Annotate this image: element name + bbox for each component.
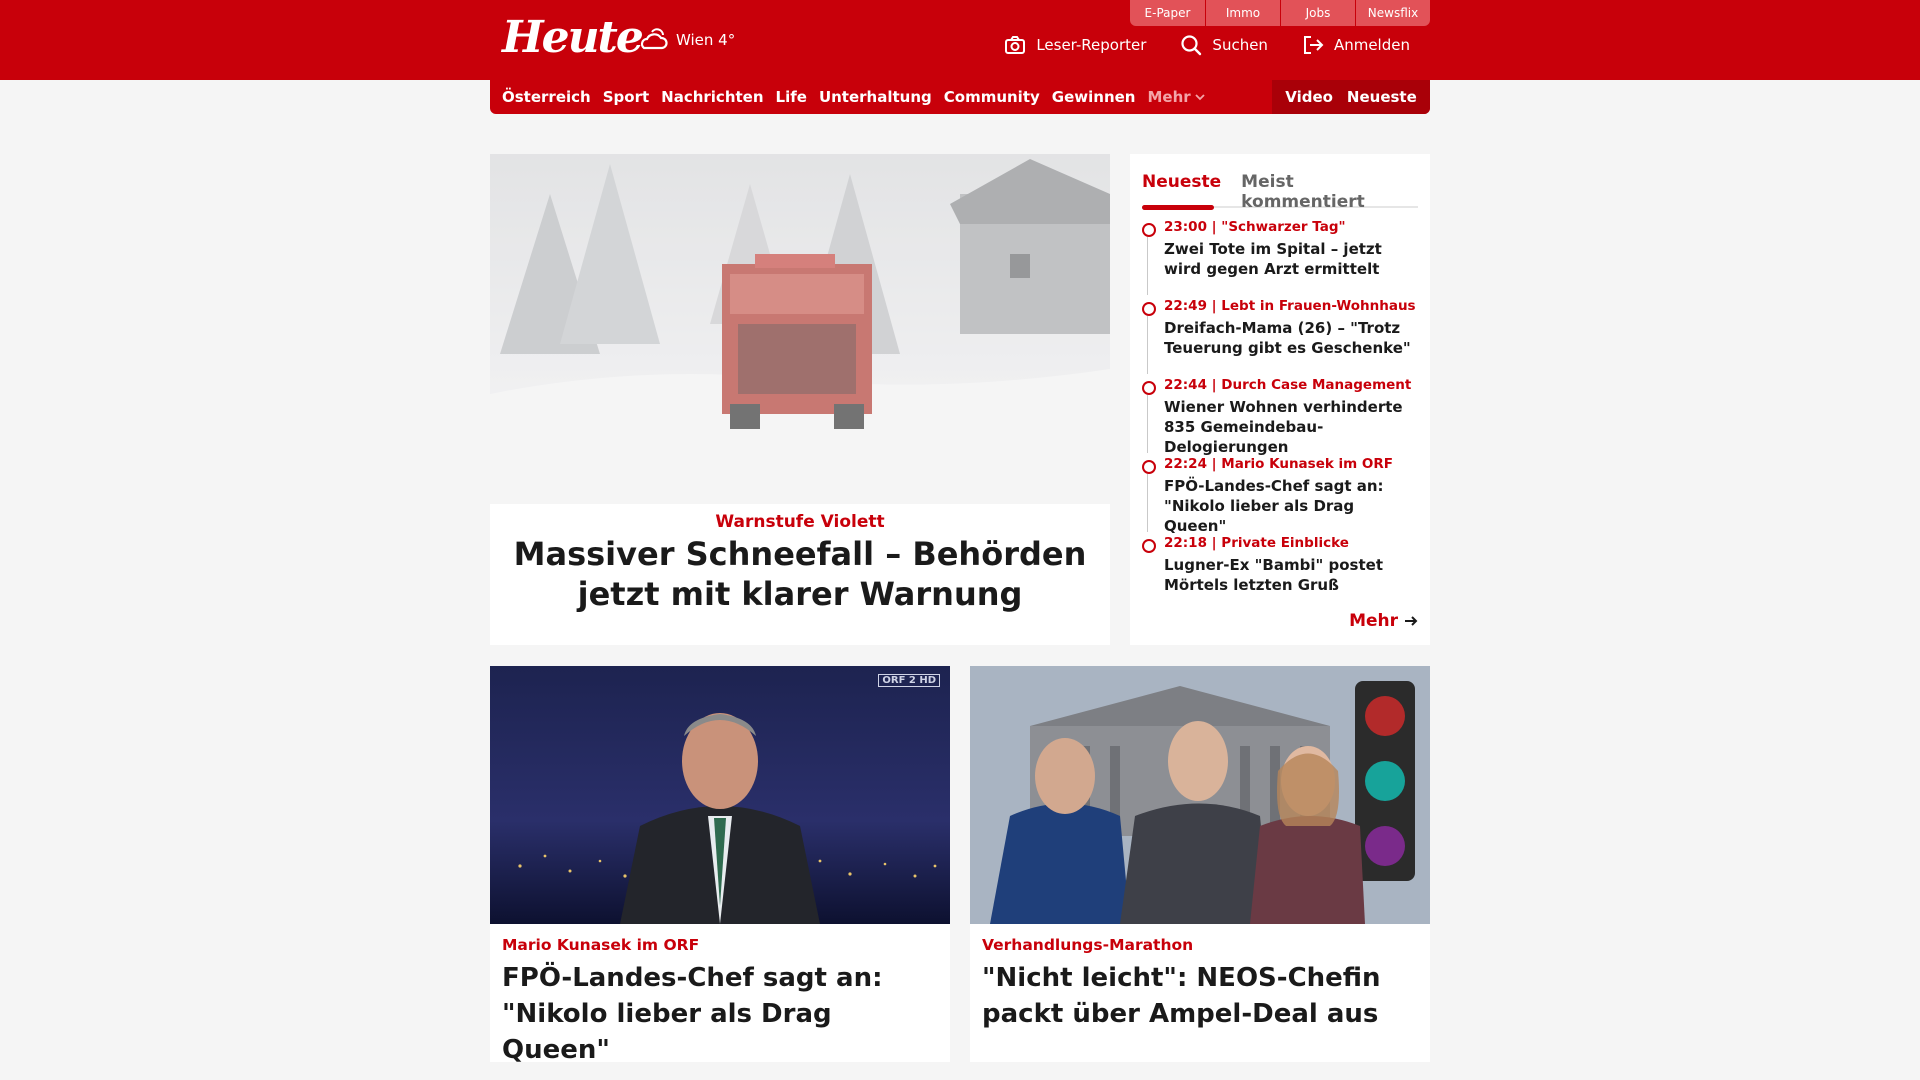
nav-item-video[interactable]: Video xyxy=(1285,88,1333,106)
article-image: ORF 2 HD xyxy=(490,666,950,924)
card-kicker: Mario Kunasek im ORF xyxy=(502,936,700,954)
hero-kicker: Warnstufe Violett xyxy=(715,512,885,532)
more-link[interactable]: Mehr xyxy=(1349,611,1418,631)
main-nav: Österreich Sport Nachrichten Life Unterh… xyxy=(490,80,1430,114)
hero-image xyxy=(490,154,1110,504)
item-title[interactable]: Zwei Tote im Spital – jetzt wird gegen A… xyxy=(1164,239,1418,279)
card-kicker: Verhandlungs-Marathon xyxy=(982,936,1194,954)
list-item[interactable]: 22:18 | Private Einblicke Lugner-Ex "Bam… xyxy=(1142,534,1418,613)
header-actions: Leser-Reporter Suchen Anmelden xyxy=(1004,34,1410,56)
login-button[interactable]: Anmelden xyxy=(1302,34,1410,56)
service-tabs: E-Paper Immo Jobs Newsflix xyxy=(1130,0,1430,26)
nav-right-section: Video Neueste xyxy=(1272,80,1430,114)
latest-news-panel: Neueste Meist kommentiert 23:00 | "Schwa… xyxy=(1130,154,1430,645)
tab-neueste[interactable]: Neueste xyxy=(1142,164,1221,206)
more-label: Mehr xyxy=(1349,611,1398,631)
article-card[interactable]: Verhandlungs-Marathon "Nicht leicht": NE… xyxy=(970,666,1430,1062)
nav-more-dropdown[interactable]: Mehr xyxy=(1147,88,1205,106)
tab-meist-kommentiert[interactable]: Meist kommentiert xyxy=(1241,164,1418,212)
login-icon xyxy=(1303,36,1324,54)
item-meta: 22:18 | Private Einblicke xyxy=(1164,535,1349,551)
cloud-sun-icon xyxy=(640,28,668,50)
item-title[interactable]: Lugner-Ex "Bambi" postet Mörtels letzten… xyxy=(1164,555,1418,595)
item-title[interactable]: FPÖ-Landes-Chef sagt an: "Nikolo lieber … xyxy=(1164,476,1418,536)
nav-item-neueste[interactable]: Neueste xyxy=(1347,88,1417,106)
item-title[interactable]: Dreifach-Mama (26) – "Trotz Teuerung gib… xyxy=(1164,318,1418,358)
search-button[interactable]: Suchen xyxy=(1180,34,1268,56)
list-item[interactable]: 22:24 | Mario Kunasek im ORF FPÖ-Landes-… xyxy=(1142,455,1418,536)
hero-title[interactable]: Massiver Schneefall – Behörden jetzt mit… xyxy=(510,534,1090,614)
item-meta: 23:00 | "Schwarzer Tag" xyxy=(1164,219,1346,235)
nav-item-community[interactable]: Community xyxy=(944,88,1040,106)
nav-item-sport[interactable]: Sport xyxy=(603,88,649,106)
nav-item-gewinnen[interactable]: Gewinnen xyxy=(1052,88,1136,106)
card-title[interactable]: FPÖ-Landes-Chef sagt an: "Nikolo lieber … xyxy=(502,960,938,1068)
hero-article[interactable]: Warnstufe Violett Massiver Schneefall – … xyxy=(490,154,1110,645)
leser-reporter-button[interactable]: Leser-Reporter xyxy=(1004,34,1146,56)
nav-item-oesterreich[interactable]: Österreich xyxy=(502,88,591,106)
weather-widget[interactable]: Wien 4° xyxy=(638,26,735,54)
search-label: Suchen xyxy=(1212,36,1268,54)
search-icon xyxy=(1181,35,1202,56)
chevron-down-icon xyxy=(1195,94,1205,101)
latest-tabs: Neueste Meist kommentiert xyxy=(1142,164,1418,212)
weather-text: Wien 4° xyxy=(676,31,736,49)
item-title[interactable]: Wiener Wohnen verhinderte 835 Gemeindeba… xyxy=(1164,397,1418,457)
latest-timeline: 23:00 | "Schwarzer Tag" Zwei Tote im Spi… xyxy=(1142,218,1418,613)
card-title[interactable]: "Nicht leicht": NEOS-Chefin packt über A… xyxy=(982,960,1418,1032)
header: Heute Wien 4° E-Paper Immo Jobs Newsflix… xyxy=(490,0,1430,80)
nav-item-unterhaltung[interactable]: Unterhaltung xyxy=(819,88,932,106)
article-image xyxy=(970,666,1430,924)
item-meta: 22:44 | Durch Case Management xyxy=(1164,377,1412,393)
service-tab-newsflix[interactable]: Newsflix xyxy=(1355,0,1430,26)
service-tab-epaper[interactable]: E-Paper xyxy=(1130,0,1205,26)
nav-more-label: Mehr xyxy=(1147,88,1191,106)
service-tab-immo[interactable]: Immo xyxy=(1205,0,1280,26)
list-item[interactable]: 23:00 | "Schwarzer Tag" Zwei Tote im Spi… xyxy=(1142,218,1418,297)
list-item[interactable]: 22:44 | Durch Case Management Wiener Woh… xyxy=(1142,376,1418,457)
logo[interactable]: Heute xyxy=(502,12,644,63)
tv-channel-badge: ORF 2 HD xyxy=(878,674,940,687)
leser-reporter-label: Leser-Reporter xyxy=(1036,36,1147,54)
service-tab-jobs[interactable]: Jobs xyxy=(1280,0,1355,26)
item-meta: 22:49 | Lebt in Frauen-Wohnhaus xyxy=(1164,298,1416,314)
nav-item-nachrichten[interactable]: Nachrichten xyxy=(661,88,763,106)
list-item[interactable]: 22:49 | Lebt in Frauen-Wohnhaus Dreifach… xyxy=(1142,297,1418,376)
item-meta: 22:24 | Mario Kunasek im ORF xyxy=(1164,456,1394,472)
camera-icon xyxy=(1005,36,1026,54)
arrow-right-icon xyxy=(1405,616,1418,626)
article-card[interactable]: ORF 2 HD Mario Kunasek im ORF FPÖ-Landes… xyxy=(490,666,950,1065)
login-label: Anmelden xyxy=(1333,36,1410,54)
active-tab-indicator xyxy=(1142,205,1214,210)
nav-item-life[interactable]: Life xyxy=(776,88,807,106)
